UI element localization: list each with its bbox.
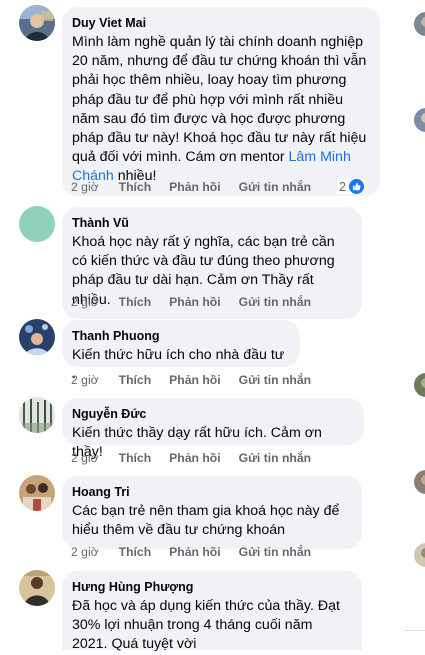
comment-bubble: Nguyễn Đức Kiến thức thầy dạy rất hữu íc… [62, 398, 364, 460]
comment-bubble: Hưng Hùng Phượng Đã học và áp dụng kiến … [62, 571, 362, 652]
like-button[interactable]: Thích [119, 451, 152, 465]
send-message-button[interactable]: Gửi tin nhắn [239, 545, 311, 559]
comment-timestamp[interactable]: 2 giờ [71, 545, 99, 559]
comment-author[interactable]: Nguyễn Đức [72, 406, 352, 422]
reply-button[interactable]: Phản hồi [169, 373, 220, 387]
adjacent-column-edge [406, 0, 425, 650]
avatar[interactable] [19, 397, 55, 433]
avatar [414, 373, 425, 397]
reply-button[interactable]: Phản hồi [169, 295, 220, 309]
comment-timestamp[interactable]: 2 giờ [71, 295, 99, 309]
send-message-button[interactable]: Gửi tin nhắn [239, 451, 311, 465]
divider [404, 630, 425, 631]
comment-text: Đã học và áp dụng kiến thức của thầy. Đạ… [72, 598, 340, 653]
like-button[interactable]: Thích [119, 295, 152, 309]
avatar[interactable] [19, 206, 55, 242]
like-reaction-icon [348, 179, 364, 194]
comment-timestamp[interactable]: 2 giờ [71, 373, 99, 387]
send-message-button[interactable]: Gửi tin nhắn [239, 373, 311, 387]
send-message-button[interactable]: Gửi tin nhắn [239, 180, 311, 194]
like-button[interactable]: Thích [119, 373, 152, 387]
comment-text: Mình làm nghề quản lý tài chính doanh ng… [72, 34, 367, 185]
reaction-summary[interactable]: 2 [337, 179, 366, 194]
like-button[interactable]: Thích [119, 545, 152, 559]
comment-timestamp[interactable]: 2 giờ [71, 180, 99, 194]
avatar [414, 543, 425, 567]
comment-bubble: Thanh Phuong Kiến thức hữu ích cho nhà đ… [62, 320, 300, 382]
avatar[interactable] [19, 5, 55, 41]
comment-author[interactable]: Hoang Tri [72, 484, 350, 500]
comment-actions: 2 giờ Thích Phản hồi Gửi tin nhắn [71, 545, 329, 559]
comment-text: Các bạn trẻ nên tham gia khoá học này để… [72, 503, 340, 539]
like-button[interactable]: Thích [119, 180, 152, 194]
comment-author[interactable]: Hưng Hùng Phượng [72, 579, 350, 595]
comment-feed: Duy Viet Mai Mình làm nghề quản lý tài c… [0, 0, 400, 652]
avatar [414, 12, 425, 36]
comment-author[interactable]: Duy Viet Mai [72, 15, 368, 31]
comment-author[interactable]: Thanh Phuong [72, 328, 288, 344]
comment-actions: 2 giờ Thích Phản hồi Gửi tin nhắn [71, 180, 329, 194]
avatar[interactable] [19, 570, 55, 606]
avatar[interactable] [19, 475, 55, 511]
comment-author[interactable]: Thành Vũ [72, 215, 350, 231]
comment-bubble: Hoang Tri Các bạn trẻ nên tham gia khoá … [62, 476, 362, 550]
reply-button[interactable]: Phản hồi [169, 180, 220, 194]
comment-actions: 2 giờ Thích Phản hồi Gửi tin nhắn [71, 295, 329, 309]
send-message-button[interactable]: Gửi tin nhắn [239, 295, 311, 309]
comment-actions: 2 giờ Thích Phản hồi Gửi tin nhắn [71, 373, 329, 387]
avatar [414, 108, 425, 132]
avatar[interactable] [19, 319, 55, 355]
reply-button[interactable]: Phản hồi [169, 545, 220, 559]
comment-bubble: Duy Viet Mai Mình làm nghề quản lý tài c… [62, 7, 380, 196]
comment-actions: 2 giờ Thích Phản hồi Gửi tin nhắn [71, 451, 329, 465]
avatar [414, 470, 425, 494]
comment-timestamp[interactable]: 2 giờ [71, 451, 99, 465]
reply-button[interactable]: Phản hồi [169, 451, 220, 465]
reaction-count: 2 [339, 179, 346, 194]
